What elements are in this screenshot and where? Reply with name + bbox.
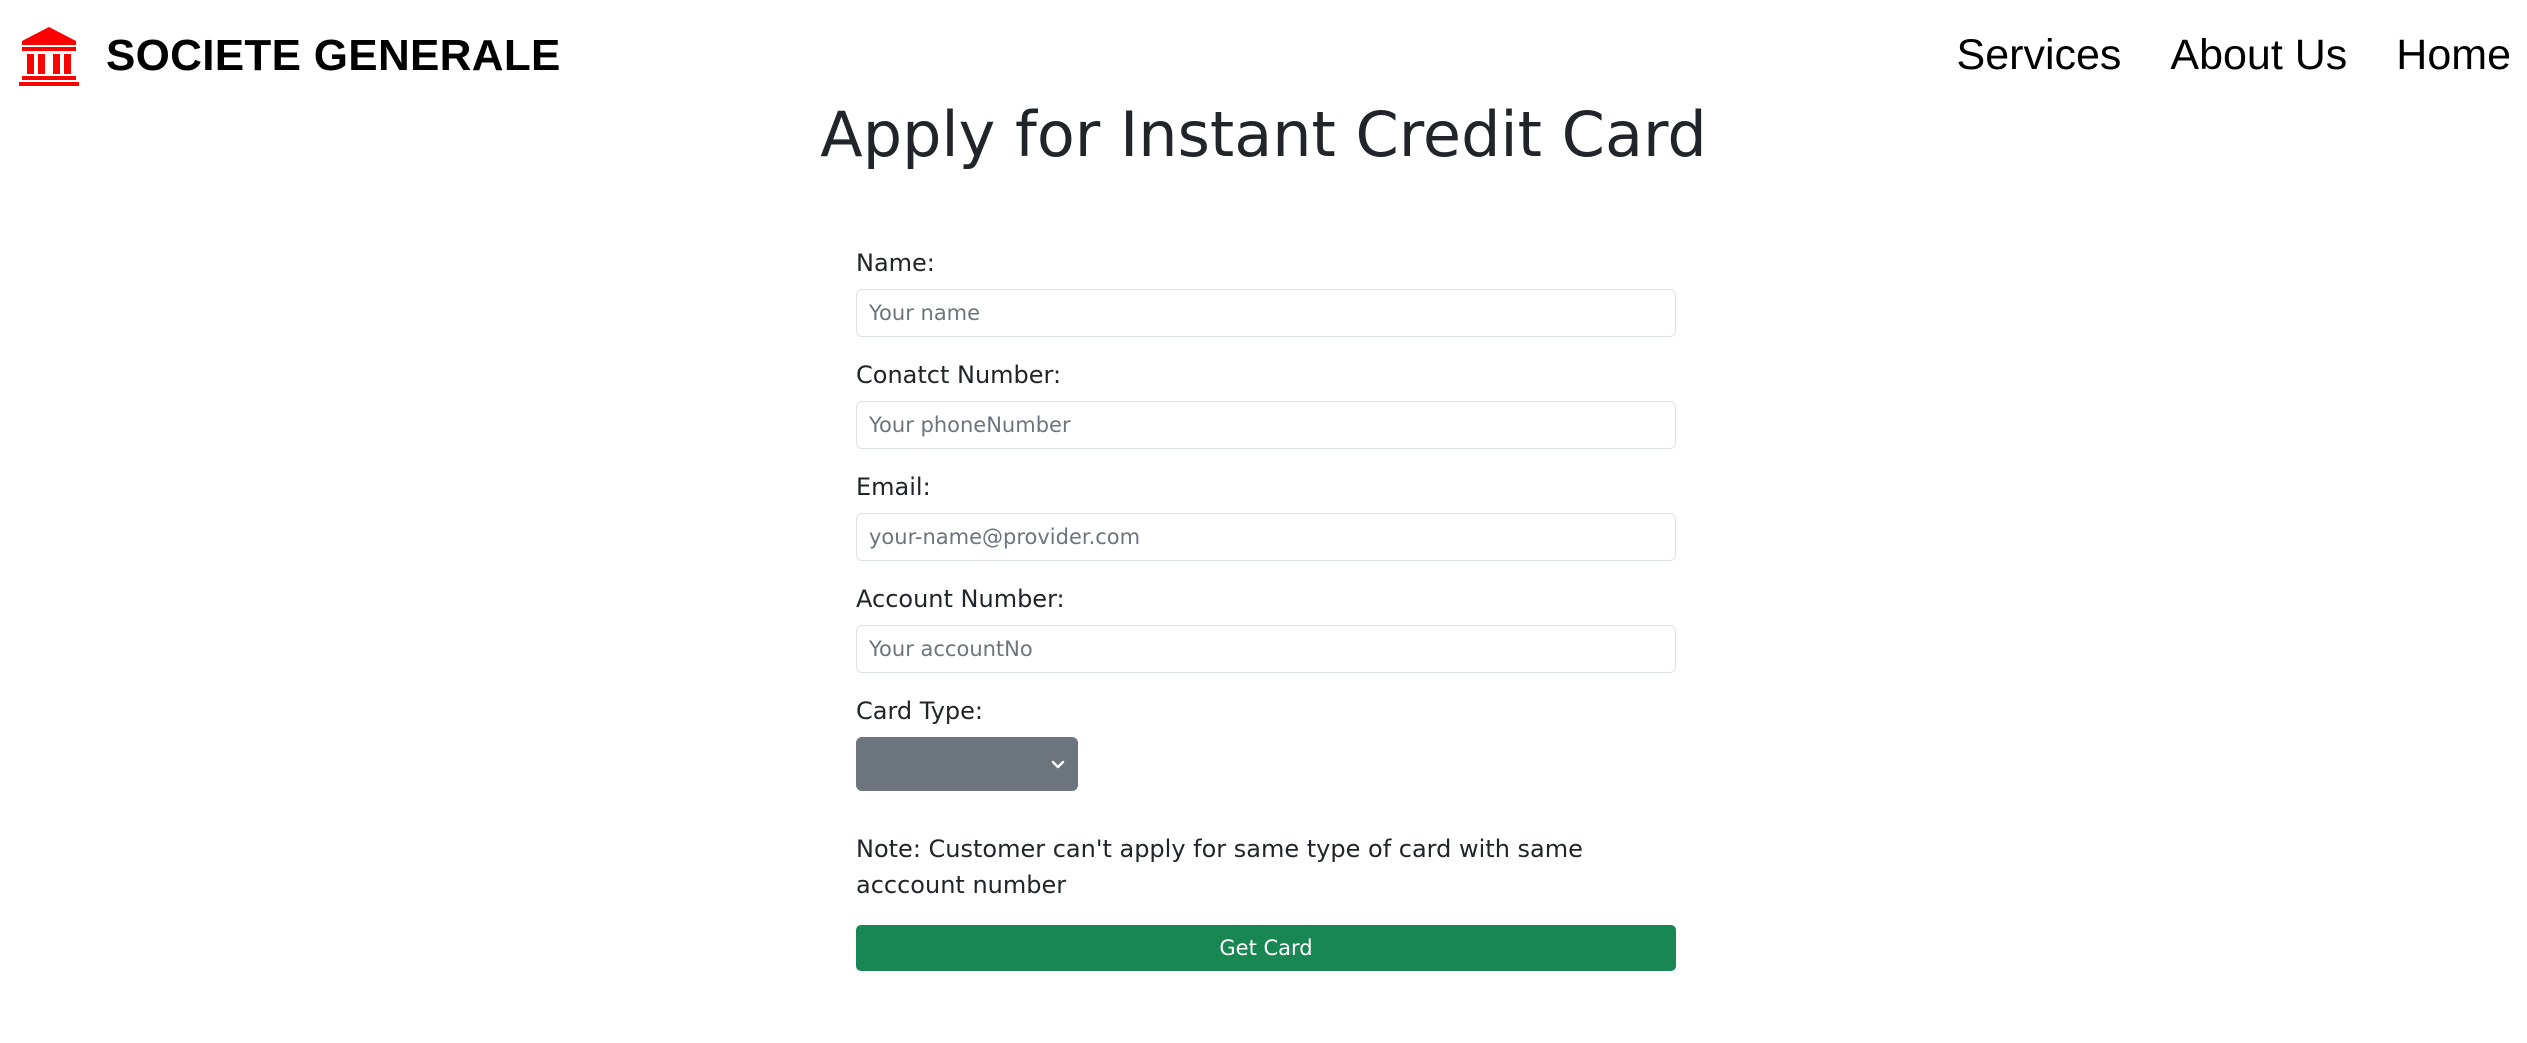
- chevron-down-icon: [1051, 760, 1065, 769]
- name-label: Name:: [856, 249, 935, 277]
- account-number-input[interactable]: [856, 625, 1676, 673]
- card-type-select[interactable]: [856, 737, 1078, 791]
- get-card-button[interactable]: Get Card: [856, 925, 1676, 971]
- main-nav: Services About Us Home: [1957, 22, 2511, 88]
- nav-services[interactable]: Services: [1957, 31, 2122, 80]
- name-input[interactable]: [856, 289, 1676, 337]
- email-input[interactable]: [856, 513, 1676, 561]
- account-number-label: Account Number:: [856, 585, 1065, 613]
- brand-name: SOCIETE GENERALE: [106, 30, 561, 80]
- credit-card-form: Name: Conatct Number: Email: Account Num…: [856, 245, 1676, 971]
- card-type-label: Card Type:: [856, 697, 983, 725]
- page-title: Apply for Instant Credit Card: [820, 98, 1707, 171]
- nav-about-us[interactable]: About Us: [2170, 31, 2347, 80]
- contact-number-input[interactable]: [856, 401, 1676, 449]
- navbar: SOCIETE GENERALE Services About Us Home: [0, 0, 2527, 110]
- contact-number-label: Conatct Number:: [856, 361, 1062, 389]
- card-note: Note: Customer can't apply for same type…: [856, 835, 1583, 899]
- bank-icon: [19, 26, 79, 86]
- brand-link[interactable]: SOCIETE GENERALE: [18, 18, 561, 93]
- email-label: Email:: [856, 473, 931, 501]
- nav-home[interactable]: Home: [2396, 31, 2511, 80]
